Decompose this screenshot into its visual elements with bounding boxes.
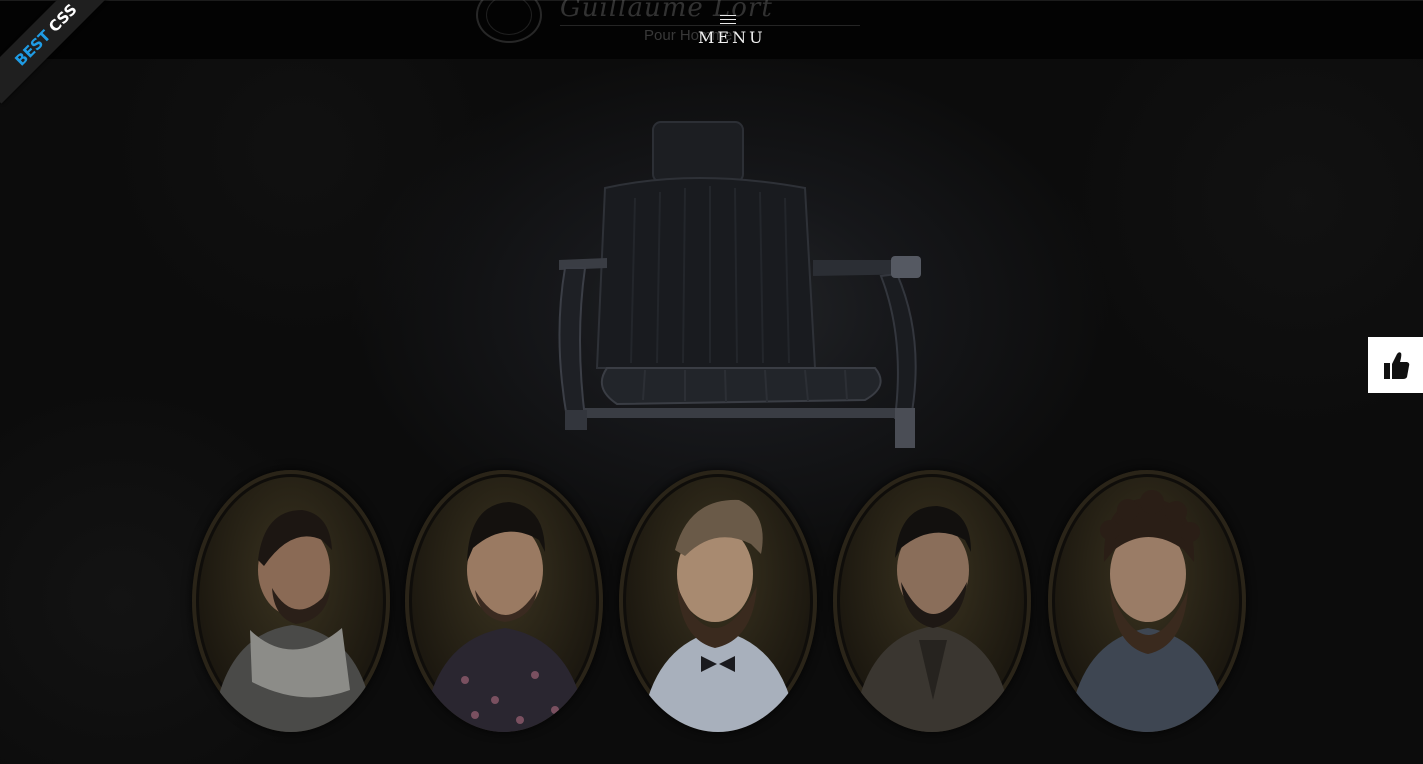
top-navigation-bar: Guillaume Lort Pour Homme MENU [0, 0, 1423, 59]
portrait-suit-icon [853, 506, 1013, 732]
portrait-bowtie-icon [641, 499, 797, 732]
portrait-floral-shirt-icon [423, 502, 587, 732]
ribbon-word-css: CSS [45, 0, 81, 36]
barber-chair-image [558, 121, 921, 448]
barber-portrait-3[interactable] [619, 470, 817, 732]
portrait-profile-scarf-icon [212, 510, 374, 732]
barber-portrait-5[interactable] [1048, 470, 1246, 732]
barber-portrait-1[interactable] [192, 470, 390, 732]
barber-portrait-4[interactable] [833, 470, 1031, 732]
brand-logo[interactable]: Guillaume Lort Pour Homme [474, 0, 874, 49]
hamburger-icon [720, 15, 736, 24]
best-css-ribbon[interactable]: BESTCSS [0, 0, 110, 110]
thumbs-up-icon [1383, 352, 1409, 379]
menu-label: MENU [698, 28, 766, 47]
barber-portrait-2[interactable] [405, 470, 603, 732]
like-tab-button[interactable] [1368, 337, 1423, 393]
menu-button[interactable]: MENU [690, 9, 770, 53]
ribbon-word-best: BEST [11, 26, 55, 70]
logo-seal-icon [476, 0, 542, 43]
portrait-curly-beard-icon [1068, 490, 1228, 732]
